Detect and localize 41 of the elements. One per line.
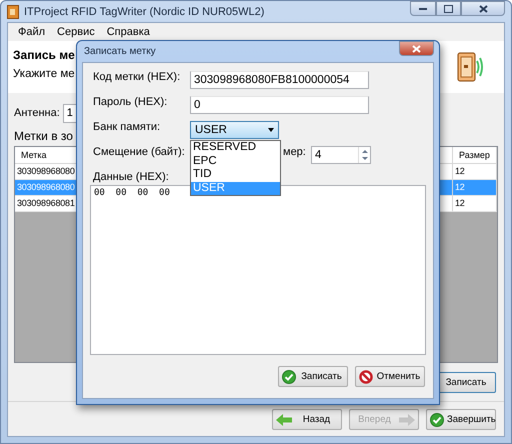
close-button[interactable] bbox=[461, 1, 505, 16]
password-field[interactable]: 0 bbox=[190, 96, 369, 114]
page-subtitle: Укажите ме bbox=[13, 68, 75, 80]
maximize-icon bbox=[444, 4, 453, 12]
menu-item[interactable]: Справка bbox=[100, 26, 156, 38]
back-button[interactable]: Назад bbox=[272, 409, 342, 430]
check-icon bbox=[282, 370, 296, 384]
column-header[interactable]: Размер bbox=[453, 147, 497, 164]
close-icon bbox=[412, 44, 421, 52]
maximize-button[interactable] bbox=[436, 1, 461, 16]
prohibited-icon bbox=[359, 370, 373, 384]
field-label: Пароль (HEX): bbox=[92, 96, 168, 108]
cancel-button[interactable]: Отменить bbox=[355, 366, 425, 387]
field-label: Смещение (байт): bbox=[92, 146, 186, 158]
caret-icon bbox=[268, 128, 274, 132]
memory-bank-dropdown[interactable]: USER bbox=[190, 121, 279, 139]
menu-item[interactable]: Файл bbox=[12, 26, 52, 38]
arrow-left-icon bbox=[276, 414, 292, 426]
dialog-title: Записать метку bbox=[84, 46, 156, 57]
field-label: Банк памяти: bbox=[92, 121, 162, 133]
close-icon bbox=[478, 4, 488, 12]
menu-item[interactable]: Сервис bbox=[51, 26, 101, 38]
minimize-icon bbox=[419, 7, 427, 10]
finish-button[interactable]: Завершить bbox=[426, 409, 496, 430]
table-cell[interactable]: 12 bbox=[453, 164, 497, 180]
page-title: Запись ме bbox=[13, 48, 75, 62]
size-spinner[interactable]: 4 bbox=[311, 146, 371, 164]
minimize-button[interactable] bbox=[410, 1, 436, 16]
field-label: Данные (HEX): bbox=[92, 171, 169, 183]
app-icon bbox=[7, 4, 19, 18]
window-title: ITProject RFID TagWriter (Nordic ID NUR05WL2) bbox=[24, 6, 264, 18]
arrow-right-icon bbox=[399, 414, 415, 426]
close-button[interactable] bbox=[399, 41, 434, 56]
tags-label: Метки в зо bbox=[14, 129, 73, 145]
field-label: мер: bbox=[282, 146, 307, 158]
table-cell[interactable]: 12 bbox=[453, 196, 497, 212]
tag-code-field[interactable]: 303098968080FB8100000054 bbox=[190, 71, 369, 89]
check-icon bbox=[430, 412, 444, 426]
write-button[interactable]: Записать bbox=[278, 366, 348, 387]
antenna-label: Антенна: bbox=[14, 107, 60, 119]
field-label: Код метки (HEX): bbox=[92, 71, 182, 83]
